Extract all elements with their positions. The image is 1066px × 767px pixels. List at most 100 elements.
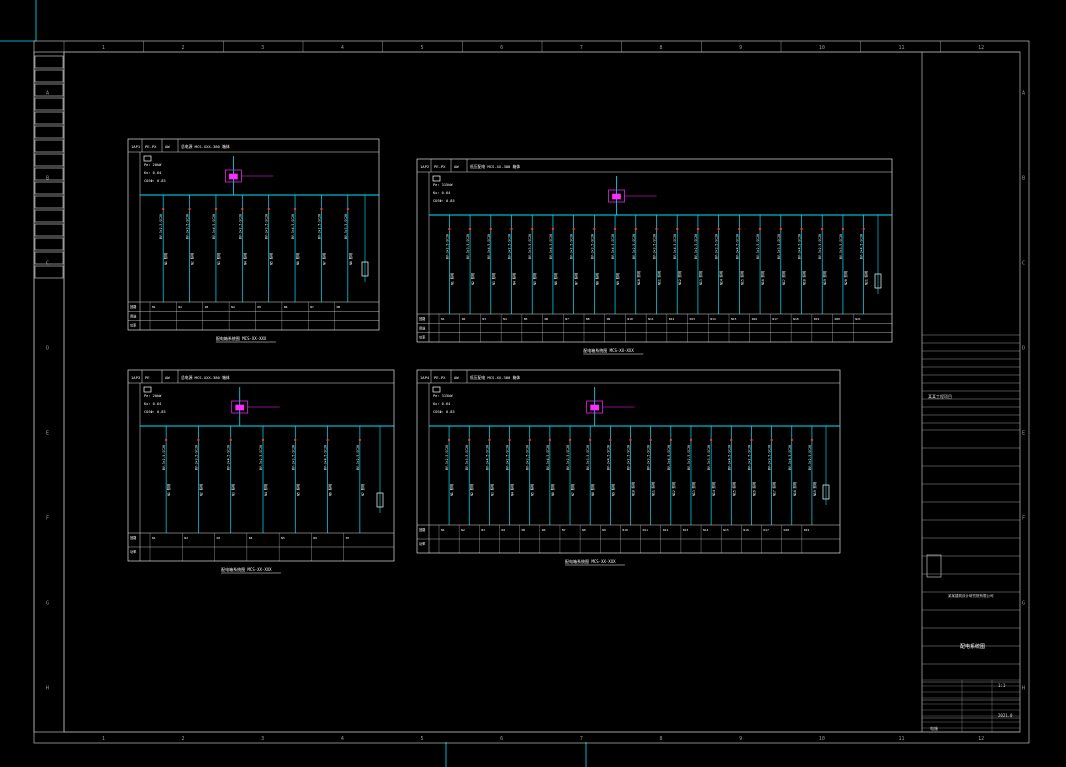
feeder-breaker-dot — [551, 227, 555, 231]
feeder-cable-label: BV-3×2.5-SC20 — [627, 445, 631, 470]
left-strip-cell — [34, 125, 64, 139]
drawing-canvas[interactable]: 112233445566778899101011111212A AB BC CD DE E… — [0, 0, 1066, 767]
feeder-circuit-label: N5 照明 — [270, 253, 274, 265]
panel-table-cell: N4 — [501, 528, 505, 532]
panel-table-cell: N4 — [231, 305, 235, 309]
panel-header-text: AW — [454, 375, 459, 380]
inner-frame — [63, 51, 1021, 733]
feeder-breaker-dot — [164, 438, 168, 442]
feeder-circuit-label: N6 照明 — [551, 484, 555, 496]
row-tick-label: H — [1022, 686, 1025, 692]
panel-table-cell: N3 — [482, 317, 486, 321]
panel-table-cell: N5 — [281, 536, 285, 540]
column-tick-label: 4 — [341, 45, 344, 51]
left-strip-cell — [34, 153, 64, 167]
meter-symbol — [432, 175, 441, 182]
feeder-breaker-dot — [790, 438, 793, 442]
feeder-cable-label: BV-3×4.5-SC20 — [324, 445, 328, 470]
feeder-cable-label: BV-3×2.5-SC20 — [747, 445, 751, 470]
feeder-cable-label: BV-3×4.5-SC20 — [546, 445, 550, 470]
feeder-circuit-label: N3 照明 — [232, 484, 236, 496]
panel-table-row-label: 功率 — [130, 549, 137, 554]
panel-table-cell: N8 — [586, 317, 590, 321]
panel-table-cell: N17 — [772, 317, 778, 321]
column-tick-label: 12 — [978, 45, 984, 51]
feeder-cable-label: BV-3×4.5-SC20 — [606, 445, 610, 470]
feeder-breaker-dot — [510, 227, 513, 231]
feeder-cable-label: BV-3×3.5-SC20 — [526, 445, 530, 470]
panel-table-cell: N5 — [522, 528, 526, 532]
panel-table-row-label: 功率 — [419, 541, 426, 546]
feeder-cable-label: BV-3×3.5-SC20 — [768, 445, 772, 470]
panel-header-text: PE-PX — [434, 164, 446, 169]
title-block-date: 2021.0 — [998, 713, 1013, 718]
feeder-circuit-label: N7 照明 — [571, 484, 575, 496]
feeder-breaker-dot — [346, 207, 350, 211]
feeder-circuit-label: N11 照明 — [658, 271, 662, 285]
panel-table-row-label: 用途 — [130, 313, 137, 318]
panel-header-text: AW — [454, 164, 459, 169]
panel-header-text: 低压配电 MCS-XX-380 箱体 — [470, 375, 520, 380]
panel-caption: 配电箱系统图 MCS-XX-XXX — [583, 347, 634, 353]
feeder-cable-label: BV-3×4.5-SC20 — [860, 234, 864, 259]
incoming-param: Pe: 315kW — [433, 394, 453, 398]
panel-table-row-label: 回路 — [130, 304, 137, 309]
column-tick-label: 1 — [102, 736, 105, 742]
panel-header-text: AW — [165, 375, 170, 380]
feeder-cable-label: BV-3×4.5-SC20 — [667, 445, 671, 470]
panel-table-row-label: 回路 — [419, 316, 426, 321]
feeder-breaker-dot — [197, 438, 200, 442]
feeder-cable-label: BV-3×4.5-SC20 — [735, 234, 739, 259]
title-block-scale: 1:1 — [998, 683, 1006, 688]
feeder-circuit-label: N14 照明 — [720, 271, 724, 285]
column-tick-label: 12 — [978, 736, 984, 742]
feeder-breaker-dot — [669, 438, 673, 442]
feeder-circuit-label: N1 照明 — [450, 273, 454, 285]
column-tick-label: 7 — [580, 736, 583, 742]
column-tick-label: 6 — [500, 736, 503, 742]
column-tick-label: 6 — [500, 45, 503, 51]
feeder-breaker-dot — [593, 227, 596, 231]
column-tick-label: 4 — [341, 736, 344, 742]
column-tick-label: 8 — [660, 45, 663, 51]
feeder-circuit-label: N4 照明 — [513, 273, 517, 285]
feeder-breaker-dot — [468, 438, 471, 442]
panel-header-text: 1AP1 — [131, 144, 141, 149]
panel-table-cell: N12 — [663, 528, 669, 532]
feeder-cable-label: BV-3×4.5-SC20 — [727, 445, 731, 470]
panel-table-cell: N21 — [855, 317, 861, 321]
panel-table-cell: N4 — [249, 536, 253, 540]
panel-table-cell: N16 — [743, 528, 749, 532]
panel-bottom-left: 1AP3 PE AW 总电源 MCS-XXX-380 箱体 Pe: 20kW Kx: 0.… — [127, 369, 395, 574]
panel-table-cell: N6 — [542, 528, 546, 532]
row-tick-label: F — [1022, 516, 1025, 522]
feeder-cable-label: BV-3×2.5-SC20 — [756, 234, 760, 259]
feeder-cable-label: BV-3×2.5-SC20 — [238, 214, 242, 239]
panel-header-text: 低压配电 MCS-XX-380 箱体 — [470, 164, 520, 169]
feeder-cable-label: BV-3×3.5-SC20 — [528, 234, 532, 259]
feeder-breaker-dot — [229, 438, 232, 442]
feeder-cable-label: BV-3×2.5-SC20 — [570, 234, 574, 259]
meter-symbol — [432, 386, 441, 393]
panel-table-cell: N6 — [545, 317, 549, 321]
title-block-project: 某某工程项目 — [928, 393, 952, 399]
panel-table-cell: N6 — [284, 305, 288, 309]
panel-table-row-label: 用途 — [419, 325, 426, 330]
feeder-circuit-label: N6 照明 — [296, 253, 300, 265]
feeder-breaker-dot — [696, 227, 700, 231]
column-tick-label: 3 — [261, 736, 264, 742]
panel-table-cell: N17 — [764, 528, 770, 532]
panel-table-cell: N19 — [804, 528, 810, 532]
feeder-circuit-label: N10 照明 — [637, 271, 641, 285]
panel-table-cell: N7 — [310, 305, 314, 309]
feeder-breaker-dot — [613, 227, 617, 231]
feeder-cable-label: BV-3×3.5-SC20 — [465, 445, 469, 470]
feeder-breaker-dot — [676, 227, 679, 231]
feeder-circuit-label: N7 照明 — [322, 253, 326, 265]
feeder-circuit-label: N16 照明 — [752, 482, 756, 496]
left-strip-cell — [34, 181, 64, 195]
panel-table-cell: N20 — [835, 317, 841, 321]
feeder-cable-label: BV-3×4.5-SC20 — [212, 214, 216, 239]
feeder-cable-label: BV-3×2.5-SC20 — [508, 234, 512, 259]
panel-table-cell: N16 — [752, 317, 758, 321]
